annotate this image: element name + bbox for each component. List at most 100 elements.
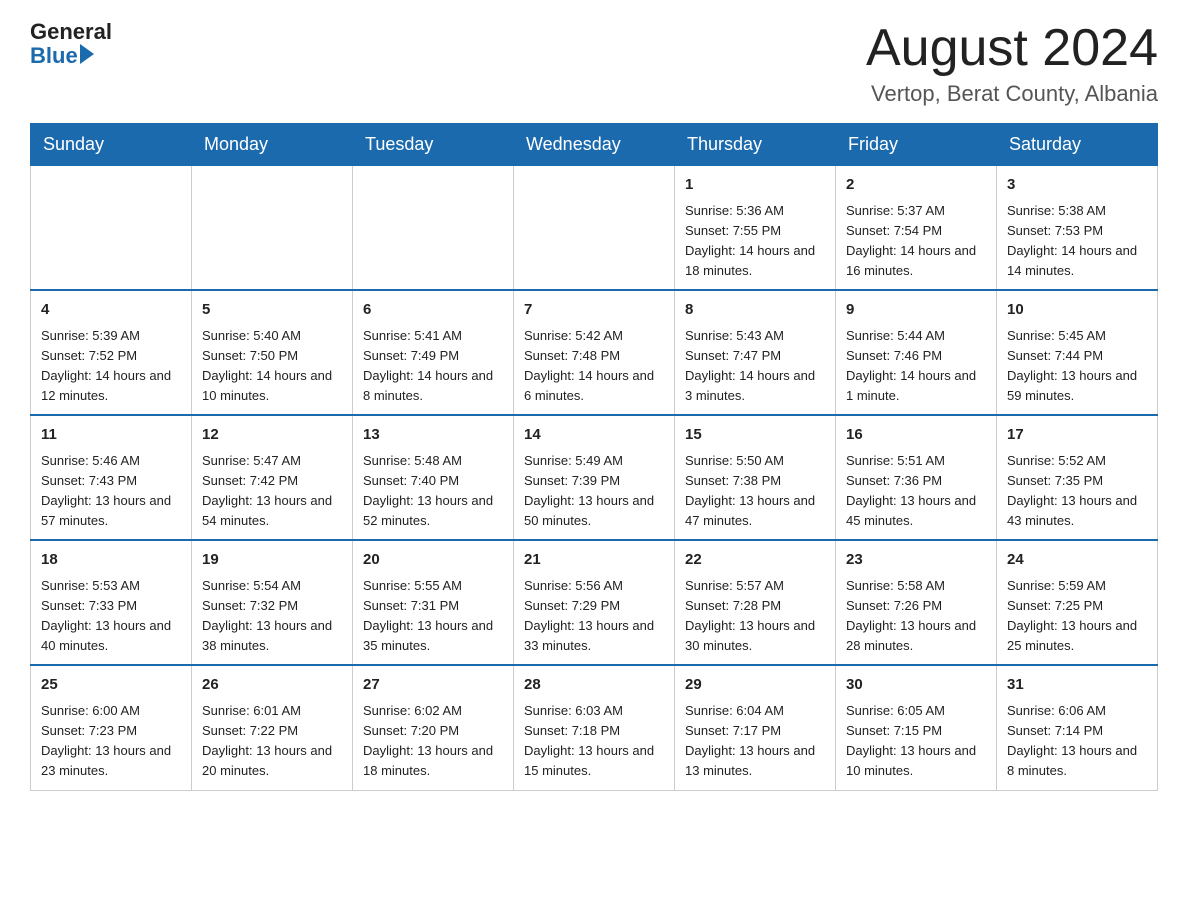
day-number: 19 xyxy=(202,549,342,572)
calendar-table: SundayMondayTuesdayWednesdayThursdayFrid… xyxy=(30,123,1158,790)
calendar-cell: 27 Sunrise: 6:02 AM Sunset: 7:20 PM Dayli… xyxy=(353,665,514,790)
day-info: Sunrise: 5:54 AM Sunset: 7:32 PM Dayligh… xyxy=(202,576,342,657)
day-number: 12 xyxy=(202,424,342,447)
calendar-cell: 2 Sunrise: 5:37 AM Sunset: 7:54 PM Daylig… xyxy=(836,166,997,291)
calendar-week-row: 11 Sunrise: 5:46 AM Sunset: 7:43 PM Dayli… xyxy=(31,415,1158,540)
calendar-cell: 26 Sunrise: 6:01 AM Sunset: 7:22 PM Dayli… xyxy=(192,665,353,790)
day-number: 21 xyxy=(524,549,664,572)
day-number: 1 xyxy=(685,174,825,197)
day-number: 23 xyxy=(846,549,986,572)
calendar-cell: 24 Sunrise: 5:59 AM Sunset: 7:25 PM Dayli… xyxy=(997,540,1158,665)
day-number: 15 xyxy=(685,424,825,447)
day-number: 6 xyxy=(363,299,503,322)
day-number: 28 xyxy=(524,674,664,697)
day-info: Sunrise: 5:52 AM Sunset: 7:35 PM Dayligh… xyxy=(1007,451,1147,532)
day-info: Sunrise: 5:46 AM Sunset: 7:43 PM Dayligh… xyxy=(41,451,181,532)
calendar-cell: 29 Sunrise: 6:04 AM Sunset: 7:17 PM Dayli… xyxy=(675,665,836,790)
logo-general: General xyxy=(30,20,112,44)
calendar-day-header: Monday xyxy=(192,124,353,166)
day-number: 29 xyxy=(685,674,825,697)
header-right: August 2024 Vertop, Berat County, Albani… xyxy=(866,20,1158,107)
day-number: 18 xyxy=(41,549,181,572)
day-info: Sunrise: 5:41 AM Sunset: 7:49 PM Dayligh… xyxy=(363,326,503,407)
day-number: 8 xyxy=(685,299,825,322)
day-number: 14 xyxy=(524,424,664,447)
day-number: 31 xyxy=(1007,674,1147,697)
calendar-cell: 14 Sunrise: 5:49 AM Sunset: 7:39 PM Dayli… xyxy=(514,415,675,540)
day-number: 22 xyxy=(685,549,825,572)
day-info: Sunrise: 5:59 AM Sunset: 7:25 PM Dayligh… xyxy=(1007,576,1147,657)
calendar-day-header: Thursday xyxy=(675,124,836,166)
day-info: Sunrise: 5:53 AM Sunset: 7:33 PM Dayligh… xyxy=(41,576,181,657)
day-info: Sunrise: 6:04 AM Sunset: 7:17 PM Dayligh… xyxy=(685,701,825,782)
calendar-cell: 8Sunrise: 5:43 AM Sunset: 7:47 PM Daylig… xyxy=(675,290,836,415)
day-info: Sunrise: 5:51 AM Sunset: 7:36 PM Dayligh… xyxy=(846,451,986,532)
day-info: Sunrise: 5:58 AM Sunset: 7:26 PM Dayligh… xyxy=(846,576,986,657)
day-info: Sunrise: 5:45 AM Sunset: 7:44 PM Dayligh… xyxy=(1007,326,1147,407)
day-number: 2 xyxy=(846,174,986,197)
day-info: Sunrise: 5:55 AM Sunset: 7:31 PM Dayligh… xyxy=(363,576,503,657)
day-info: Sunrise: 5:39 AM Sunset: 7:52 PM Dayligh… xyxy=(41,326,181,407)
calendar-cell: 7 Sunrise: 5:42 AM Sunset: 7:48 PM Daylig… xyxy=(514,290,675,415)
day-info: Sunrise: 5:42 AM Sunset: 7:48 PM Dayligh… xyxy=(524,326,664,407)
page-header: General Blue August 2024 Vertop, Berat C… xyxy=(30,20,1158,107)
calendar-cell: 11 Sunrise: 5:46 AM Sunset: 7:43 PM Dayli… xyxy=(31,415,192,540)
calendar-week-row: 25Sunrise: 6:00 AM Sunset: 7:23 PM Dayli… xyxy=(31,665,1158,790)
calendar-cell: 20 Sunrise: 5:55 AM Sunset: 7:31 PM Dayli… xyxy=(353,540,514,665)
day-info: Sunrise: 5:49 AM Sunset: 7:39 PM Dayligh… xyxy=(524,451,664,532)
day-number: 30 xyxy=(846,674,986,697)
calendar-cell: 10 Sunrise: 5:45 AM Sunset: 7:44 PM Dayli… xyxy=(997,290,1158,415)
day-info: Sunrise: 5:44 AM Sunset: 7:46 PM Dayligh… xyxy=(846,326,986,407)
day-number: 17 xyxy=(1007,424,1147,447)
calendar-cell: 25Sunrise: 6:00 AM Sunset: 7:23 PM Dayli… xyxy=(31,665,192,790)
day-number: 27 xyxy=(363,674,503,697)
day-info: Sunrise: 5:37 AM Sunset: 7:54 PM Dayligh… xyxy=(846,201,986,282)
day-number: 11 xyxy=(41,424,181,447)
day-number: 10 xyxy=(1007,299,1147,322)
day-info: Sunrise: 5:38 AM Sunset: 7:53 PM Dayligh… xyxy=(1007,201,1147,282)
day-info: Sunrise: 6:03 AM Sunset: 7:18 PM Dayligh… xyxy=(524,701,664,782)
day-info: Sunrise: 5:48 AM Sunset: 7:40 PM Dayligh… xyxy=(363,451,503,532)
day-info: Sunrise: 5:50 AM Sunset: 7:38 PM Dayligh… xyxy=(685,451,825,532)
day-info: Sunrise: 5:56 AM Sunset: 7:29 PM Dayligh… xyxy=(524,576,664,657)
day-info: Sunrise: 6:01 AM Sunset: 7:22 PM Dayligh… xyxy=(202,701,342,782)
calendar-cell: 30 Sunrise: 6:05 AM Sunset: 7:15 PM Dayli… xyxy=(836,665,997,790)
calendar-cell: 23 Sunrise: 5:58 AM Sunset: 7:26 PM Dayli… xyxy=(836,540,997,665)
calendar-cell: 19 Sunrise: 5:54 AM Sunset: 7:32 PM Dayli… xyxy=(192,540,353,665)
calendar-cell: 13Sunrise: 5:48 AM Sunset: 7:40 PM Dayli… xyxy=(353,415,514,540)
day-number: 20 xyxy=(363,549,503,572)
day-number: 4 xyxy=(41,299,181,322)
day-info: Sunrise: 6:02 AM Sunset: 7:20 PM Dayligh… xyxy=(363,701,503,782)
day-number: 7 xyxy=(524,299,664,322)
location-title: Vertop, Berat County, Albania xyxy=(866,81,1158,107)
day-info: Sunrise: 6:06 AM Sunset: 7:14 PM Dayligh… xyxy=(1007,701,1147,782)
calendar-day-header: Sunday xyxy=(31,124,192,166)
calendar-cell: 1 Sunrise: 5:36 AM Sunset: 7:55 PM Daylig… xyxy=(675,166,836,291)
day-number: 24 xyxy=(1007,549,1147,572)
logo-arrow-icon xyxy=(80,44,94,64)
day-number: 5 xyxy=(202,299,342,322)
calendar-cell: 22Sunrise: 5:57 AM Sunset: 7:28 PM Dayli… xyxy=(675,540,836,665)
calendar-cell xyxy=(192,166,353,291)
calendar-cell: 6 Sunrise: 5:41 AM Sunset: 7:49 PM Daylig… xyxy=(353,290,514,415)
month-title: August 2024 xyxy=(866,20,1158,77)
day-info: Sunrise: 5:47 AM Sunset: 7:42 PM Dayligh… xyxy=(202,451,342,532)
day-info: Sunrise: 5:36 AM Sunset: 7:55 PM Dayligh… xyxy=(685,201,825,282)
day-info: Sunrise: 6:05 AM Sunset: 7:15 PM Dayligh… xyxy=(846,701,986,782)
calendar-day-header: Friday xyxy=(836,124,997,166)
calendar-cell: 15 Sunrise: 5:50 AM Sunset: 7:38 PM Dayli… xyxy=(675,415,836,540)
calendar-cell: 4 Sunrise: 5:39 AM Sunset: 7:52 PM Daylig… xyxy=(31,290,192,415)
calendar-cell: 12 Sunrise: 5:47 AM Sunset: 7:42 PM Dayli… xyxy=(192,415,353,540)
day-number: 26 xyxy=(202,674,342,697)
calendar-cell xyxy=(31,166,192,291)
calendar-cell xyxy=(353,166,514,291)
day-number: 25 xyxy=(41,674,181,697)
calendar-cell: 17 Sunrise: 5:52 AM Sunset: 7:35 PM Dayli… xyxy=(997,415,1158,540)
calendar-cell: 18 Sunrise: 5:53 AM Sunset: 7:33 PM Dayli… xyxy=(31,540,192,665)
calendar-cell: 16Sunrise: 5:51 AM Sunset: 7:36 PM Dayli… xyxy=(836,415,997,540)
calendar-day-header: Saturday xyxy=(997,124,1158,166)
calendar-week-row: 18 Sunrise: 5:53 AM Sunset: 7:33 PM Dayli… xyxy=(31,540,1158,665)
day-number: 3 xyxy=(1007,174,1147,197)
calendar-cell xyxy=(514,166,675,291)
calendar-day-header: Wednesday xyxy=(514,124,675,166)
